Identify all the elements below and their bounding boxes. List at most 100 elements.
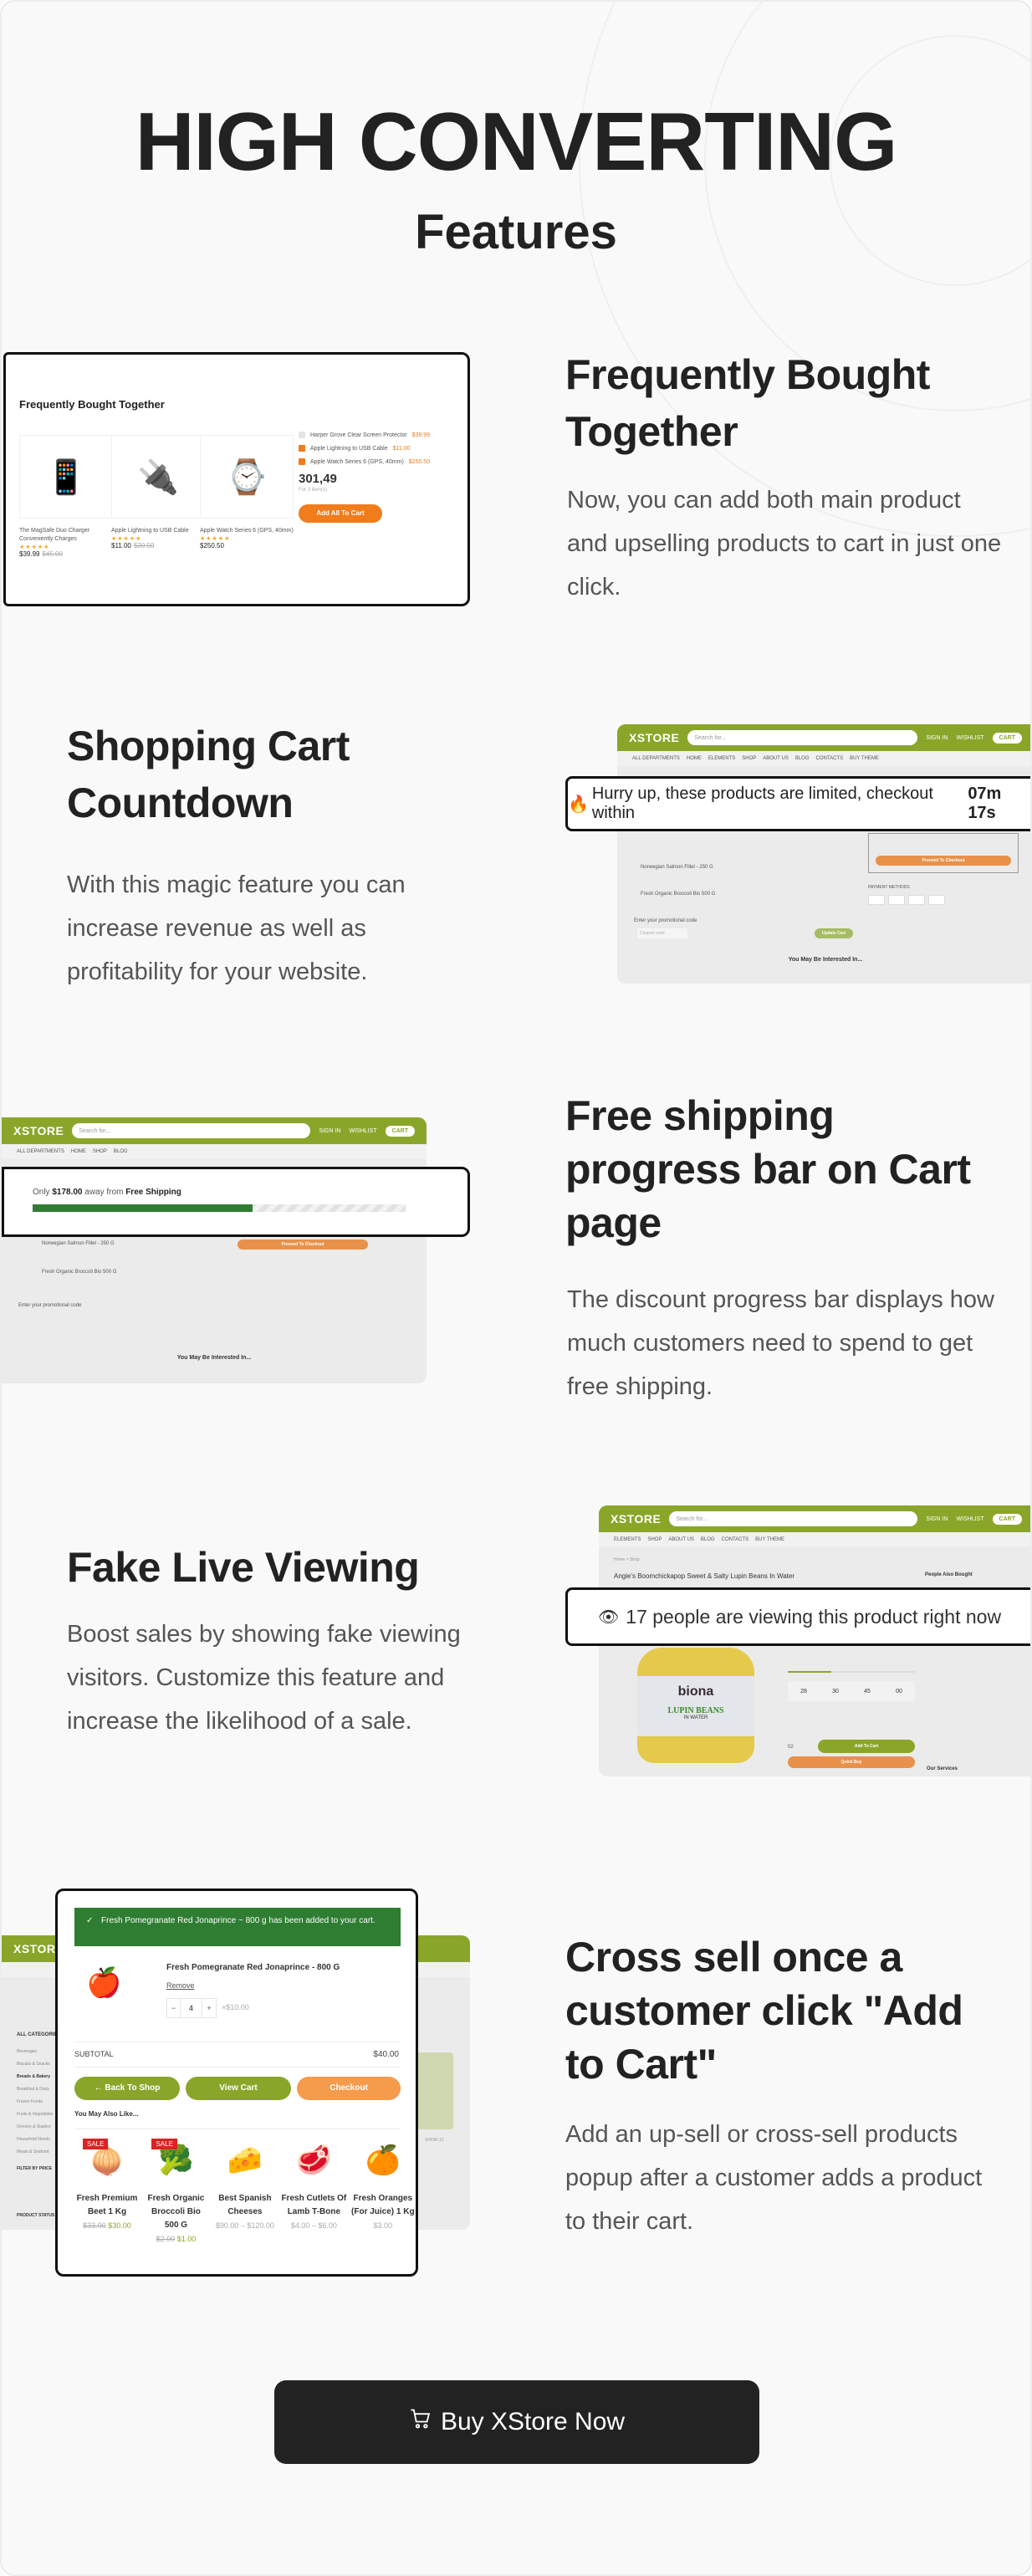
sale-badge: SALE (151, 2139, 177, 2149)
proceed-checkout-button[interactable]: Proceed To Checkout (876, 856, 1011, 866)
added-to-cart-notice: ✓ Fresh Pomegranate Red Jonaprince ~ 800 … (74, 1908, 401, 1946)
search-input[interactable]: Search for... (687, 730, 918, 745)
nav-shop[interactable]: SHOP (742, 756, 756, 761)
cart-page-screenshot: XSTORE Search for... SIGN IN WISHLIST CART A… (617, 724, 1030, 984)
cart-button[interactable]: CART (992, 732, 1022, 744)
view-cart-button[interactable]: View Cart (186, 2077, 291, 2100)
wishlist-link[interactable]: WISHLIST (349, 1128, 376, 1134)
add-all-to-cart-button[interactable]: Add All To Cart (299, 504, 382, 523)
category-item[interactable]: Grocery & Staples (17, 2121, 59, 2134)
services-heading: Our Services (927, 1766, 958, 1771)
feature-title: Cross sell once a customer click "Add to… (565, 1934, 963, 2088)
show-select[interactable]: SHOW 12 (425, 2138, 444, 2143)
feature-description: Add an up-sell or cross-sell products po… (565, 2121, 983, 2235)
category-item[interactable]: Meats & Seafood (17, 2146, 59, 2159)
wishlist-link[interactable]: WISHLIST (956, 735, 983, 741)
category-item[interactable]: Breads & Bakery (17, 2071, 59, 2083)
signin-link[interactable]: SIGN IN (926, 735, 948, 741)
feature-description: The discount progress bar displays how m… (567, 1286, 994, 1400)
increase-button[interactable]: + (202, 1999, 216, 2017)
cross-sell-popup: ✓ Fresh Pomegranate Red Jonaprince ~ 800 … (55, 1889, 418, 2277)
cheese-image: 🧀 (227, 2144, 263, 2176)
product-card[interactable]: 🍊 Fresh Oranges (For Juice) 1 Kg $3.00 (350, 2135, 416, 2232)
nav-blog[interactable]: BLOG (795, 756, 810, 761)
feature-title: Free shipping progress bar on Cart page (565, 1092, 971, 1246)
free-shipping-progress-bar (33, 1204, 406, 1212)
checkbox-unchecked[interactable] (299, 432, 305, 438)
progress-fill (33, 1204, 253, 1212)
signin-link[interactable]: SIGN IN (926, 1516, 948, 1522)
update-cart-button[interactable]: Update Cart (815, 928, 853, 938)
nav-buy-theme[interactable]: BUY THEME (755, 1537, 784, 1542)
wishlist-link[interactable]: WISHLIST (956, 1516, 983, 1522)
cart-totals-box: Proceed To Checkout (868, 833, 1019, 873)
lamb-image: 🥩 (296, 2144, 332, 2176)
category-item[interactable]: Breakfast & Dairy (17, 2083, 59, 2096)
free-shipping-banner: Only $178.00 away from Free Shipping (2, 1167, 470, 1237)
sidebar-categories: Beverages Biscuits & Snacks Breads & Bak… (17, 2046, 59, 2159)
signin-link[interactable]: SIGN IN (319, 1128, 340, 1134)
product-card[interactable]: 🧀 Best Spanish Cheeses $90.00 – $120.00 (212, 2135, 278, 2232)
quantity-stepper[interactable]: − 4 + (166, 1998, 217, 2018)
nav-shop[interactable]: SHOP (647, 1537, 662, 1542)
fbt-product[interactable]: 🔌 Apple Lightning to USB Cable ★★★★★ $11… (111, 435, 205, 549)
nav-elements[interactable]: ELEMENTS (614, 1537, 641, 1542)
quick-buy-button[interactable]: Quick Buy (788, 1756, 915, 1768)
quantity-input[interactable]: 02 (788, 1745, 805, 1750)
checklist-item[interactable]: Harper Grove Clear Screen Protector $39.9… (299, 432, 457, 438)
checklist-item[interactable]: Apple Watch Series 6 (GPS, 40mm) $250.50 (299, 458, 457, 465)
departments-menu[interactable]: ALL DEPARTMENTS (632, 756, 680, 761)
checkout-button[interactable]: Checkout (297, 2077, 401, 2100)
checkbox-checked[interactable] (299, 458, 305, 465)
payment-label: PAYMENT METHODS (868, 885, 910, 890)
cart-button[interactable]: CART (992, 1513, 1022, 1525)
buy-xstore-button[interactable]: Buy XStore Now (274, 2380, 759, 2464)
nav-about[interactable]: ABOUT US (668, 1537, 694, 1542)
nav-home[interactable]: HOME (687, 756, 702, 761)
nav-about[interactable]: ABOUT US (763, 756, 789, 761)
product-card[interactable]: 🥩 Fresh Cutlets Of Lamb T-Bone $4.00 – $6.… (281, 2135, 346, 2232)
nav-home[interactable]: HOME (71, 1149, 86, 1154)
product-jar-image: biona LUPIN BEANS IN WATER (637, 1648, 754, 1763)
back-to-shop-button[interactable]: ← Back To Shop (74, 2077, 180, 2100)
category-item[interactable]: Fruits & Vegetables (17, 2108, 59, 2121)
fbt-checklist: Harper Grove Clear Screen Protector $39.9… (299, 432, 457, 523)
search-input[interactable]: Search for... (669, 1511, 918, 1526)
nav-contacts[interactable]: CONTACTS (722, 1537, 749, 1542)
nav-contacts[interactable]: CONTACTS (816, 756, 844, 761)
product-card[interactable]: SALE 🧅 Fresh Premium Beet 1 Kg $33.00 $30.0… (74, 2135, 140, 2232)
category-item[interactable]: Biscuits & Snacks (17, 2058, 59, 2071)
coupon-input[interactable]: Coupon code (637, 928, 687, 938)
nav-elements[interactable]: ELEMENTS (708, 756, 735, 761)
departments-menu[interactable]: ALL DEPARTMENTS (17, 1149, 64, 1154)
category-item[interactable]: Beverages (17, 2046, 59, 2058)
interested-heading: You May Be Interested In... (788, 957, 863, 963)
nav-buy-theme[interactable]: BUY THEME (850, 756, 879, 761)
search-input[interactable]: Search for... (72, 1123, 311, 1138)
orange-image: 🍊 (365, 2144, 401, 2176)
cart-button[interactable]: CART (385, 1125, 415, 1137)
feature-description: Boost sales by showing fake viewing visi… (67, 1621, 461, 1735)
cart-page-screenshot-2: XSTORE Search for... SIGN IN WISHLIST CART A… (2, 1117, 427, 1383)
checkbox-checked[interactable] (299, 445, 305, 452)
fbt-product[interactable]: 📱 The MagSafe Duo Charger Conveniently C… (19, 435, 113, 558)
proceed-checkout-button[interactable]: Proceed To Checkout (238, 1239, 368, 1250)
also-like-heading: You May Also Like... (74, 2110, 139, 2118)
cart-item: Norwegian Salmon Fillet - 250 G (42, 1241, 115, 1246)
remove-link[interactable]: Remove (166, 1981, 195, 1990)
checklist-item[interactable]: Apple Lightning to USB Cable $11.00 (299, 445, 457, 452)
nav-blog[interactable]: BLOG (114, 1149, 128, 1154)
product-card[interactable]: SALE 🥦 Fresh Organic Broccoli Bio 500 G $2.… (143, 2135, 208, 2246)
decrease-button[interactable]: − (167, 1999, 181, 2017)
add-to-cart-button[interactable]: Add To Cart (818, 1740, 915, 1753)
phone-charger-image: 📱 (19, 435, 113, 519)
category-item[interactable]: Household Needs (17, 2134, 59, 2146)
cart-icon (409, 2407, 432, 2437)
nav-shop[interactable]: SHOP (93, 1149, 107, 1154)
quantity-value[interactable]: 4 (181, 1999, 202, 2017)
fbt-product[interactable]: ⌚ Apple Watch Series 6 (GPS, 40mm) ★★★★★… (200, 435, 294, 549)
category-item[interactable]: Frozen Foods (17, 2096, 59, 2108)
fire-icon: 🔥 (568, 795, 589, 814)
feature-description: With this magic feature you can increase… (67, 871, 406, 985)
nav-blog[interactable]: BLOG (701, 1537, 715, 1542)
